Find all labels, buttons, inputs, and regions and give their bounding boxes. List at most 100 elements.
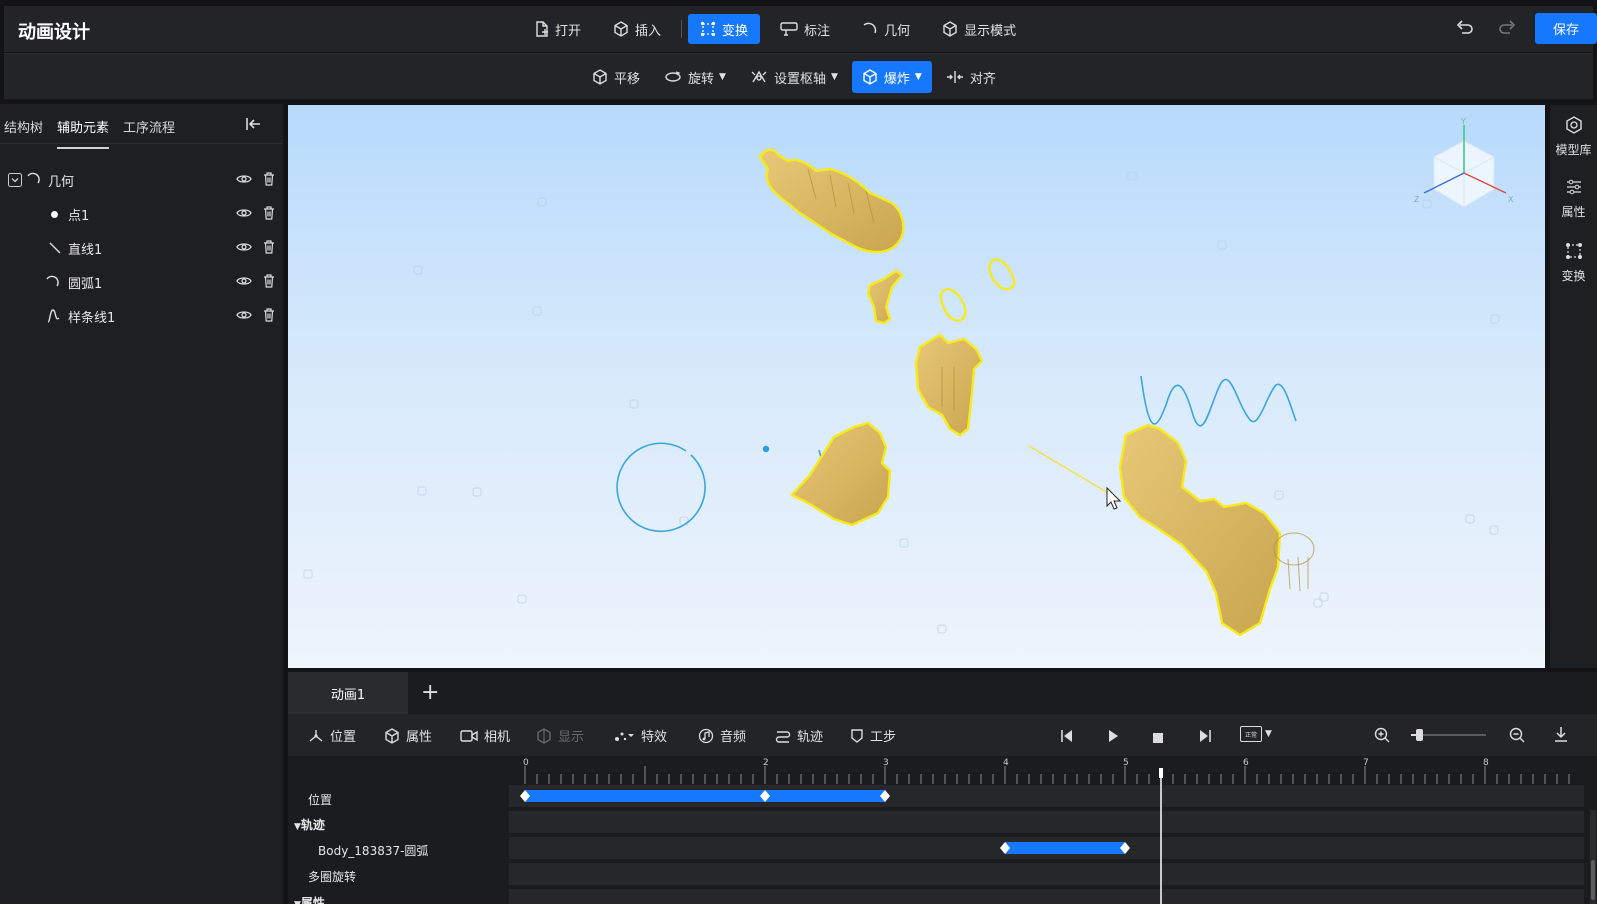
trash-icon[interactable]	[263, 172, 275, 190]
part-ring-2[interactable]	[988, 258, 1016, 291]
properties-button[interactable]: 属性	[1550, 177, 1597, 220]
undo-icon[interactable]	[1456, 20, 1474, 40]
explode-label: 爆炸	[883, 71, 910, 87]
open-button[interactable]: 打开	[522, 14, 593, 44]
axis-label-y: Y	[1461, 117, 1466, 126]
animation-timeline: 动画1 + 位置 属性 相机 显示 特效 音频 轨迹 工步 正常 ▼ 0 2 3…	[288, 672, 1597, 904]
camera-label: 相机	[484, 730, 511, 745]
chevron-down-icon: ▼	[1265, 729, 1272, 739]
add-effects-track-button[interactable]: 特效	[613, 726, 667, 745]
part-main-body[interactable]	[1118, 423, 1282, 637]
keyframe-span[interactable]	[525, 790, 885, 802]
move-button[interactable]: 平移	[582, 61, 650, 93]
stop-icon[interactable]	[1152, 729, 1164, 748]
speed-badge: 正常	[1240, 726, 1262, 742]
effects-icon	[613, 729, 635, 743]
part-clip[interactable]	[866, 269, 904, 325]
timeline-scrollbar[interactable]	[1590, 810, 1596, 904]
model-library-button[interactable]: 模型库	[1550, 115, 1597, 158]
add-trajectory-track-button[interactable]: 轨迹	[775, 726, 823, 745]
align-icon	[946, 70, 964, 84]
right-rail: 模型库 属性 变换	[1550, 105, 1597, 668]
previous-frame-icon[interactable]	[1060, 728, 1074, 747]
redo-icon[interactable]	[1498, 20, 1516, 40]
zoom-out-icon[interactable]	[1509, 727, 1525, 747]
part-lower-housing[interactable]	[790, 421, 892, 527]
collapse-panel-icon[interactable]	[245, 116, 261, 135]
align-button[interactable]: 对齐	[936, 61, 1006, 93]
add-step-track-button[interactable]: 工步	[850, 726, 896, 745]
part-nozzle[interactable]	[758, 148, 905, 254]
tab-structure-tree[interactable]: 结构树	[4, 117, 43, 136]
tree-item-point[interactable]: 点1	[0, 199, 283, 229]
download-icon[interactable]	[1554, 726, 1568, 746]
set-pivot-button[interactable]: 设置枢轴 ▼	[740, 61, 848, 93]
add-position-track-button[interactable]: 位置	[308, 726, 356, 745]
open-label: 打开	[555, 23, 582, 39]
add-audio-track-button[interactable]: 音频	[698, 726, 746, 745]
zoom-slider-track[interactable]	[1411, 729, 1486, 741]
eye-icon[interactable]	[236, 309, 252, 325]
tab-process-flow[interactable]: 工序流程	[123, 117, 175, 136]
eye-icon[interactable]	[236, 207, 252, 223]
next-frame-icon[interactable]	[1198, 728, 1212, 747]
exploded-parts[interactable]	[758, 148, 1282, 637]
set-pivot-label: 设置枢轴	[773, 71, 826, 87]
transform-button[interactable]: 变换	[688, 14, 761, 44]
point-geometry[interactable]	[762, 445, 770, 453]
scrollbar-thumb[interactable]	[1591, 860, 1595, 900]
keyframe-span[interactable]	[1005, 842, 1125, 854]
playhead-handle[interactable]	[1159, 768, 1163, 778]
arc-icon	[27, 172, 41, 190]
add-animation-button[interactable]: +	[421, 680, 439, 705]
part-middle-body[interactable]	[914, 333, 984, 437]
transform-panel-button[interactable]: 变换	[1550, 241, 1597, 284]
camera-icon	[460, 729, 478, 743]
insert-button[interactable]: 插入	[601, 14, 673, 44]
trash-icon[interactable]	[263, 274, 275, 292]
tree-item-arc[interactable]: 圆弧1	[0, 267, 283, 297]
keyframe-layer[interactable]	[509, 756, 1584, 904]
pivot-icon	[750, 69, 768, 85]
cube-insert-icon	[613, 21, 629, 37]
model-library-icon	[1564, 115, 1584, 138]
transform-panel-label: 变换	[1561, 269, 1586, 283]
tab-auxiliary-elements[interactable]: 辅助元素	[57, 117, 110, 149]
track-icon	[775, 728, 791, 744]
trash-icon[interactable]	[263, 240, 275, 258]
zoom-slider-handle[interactable]	[1416, 729, 1423, 741]
save-button[interactable]: 保存	[1535, 13, 1597, 44]
spline-geometry[interactable]	[1140, 375, 1297, 427]
annotation-button[interactable]: 标注	[768, 14, 842, 44]
eye-icon[interactable]	[236, 275, 252, 291]
explode-button[interactable]: 爆炸 ▼	[851, 61, 932, 93]
tree-item-spline[interactable]: 样条线1	[0, 301, 283, 331]
play-icon[interactable]	[1106, 728, 1120, 747]
rotate-button[interactable]: 旋转 ▼	[654, 61, 736, 93]
add-property-track-button[interactable]: 属性	[384, 726, 432, 745]
track-group-properties[interactable]: ▼属性	[294, 894, 325, 904]
add-display-track-button[interactable]: 显示	[536, 726, 584, 745]
scene-canvas[interactable]	[288, 105, 1545, 668]
eye-icon[interactable]	[236, 173, 252, 189]
trash-icon[interactable]	[263, 206, 275, 224]
transform-icon	[700, 21, 716, 37]
align-label: 对齐	[969, 71, 996, 87]
part-ring-1[interactable]	[939, 288, 967, 322]
add-camera-track-button[interactable]: 相机	[460, 726, 510, 745]
display-mode-button[interactable]: 显示模式	[930, 14, 1028, 44]
tab-animation-1[interactable]: 动画1	[288, 672, 408, 714]
step-label: 工步	[870, 730, 897, 745]
tree-item-line[interactable]: 直线1	[0, 233, 283, 263]
trash-icon[interactable]	[263, 308, 275, 326]
track-group-trajectory[interactable]: ▼轨迹	[294, 816, 325, 833]
tree-group-geometry[interactable]: 几何	[0, 165, 283, 195]
chevron-down-icon[interactable]	[8, 173, 22, 191]
3d-viewport[interactable]: Y X Z	[288, 105, 1545, 668]
eye-icon[interactable]	[236, 241, 252, 257]
playback-speed-selector[interactable]: 正常 ▼	[1240, 726, 1272, 742]
geometry-button[interactable]: 几何	[850, 14, 922, 44]
view-cube[interactable]: Y X Z	[1412, 117, 1516, 223]
top-menu: 打开 插入 变换 标注 几何 显示模式	[522, 14, 1036, 44]
zoom-in-icon[interactable]	[1374, 727, 1390, 747]
